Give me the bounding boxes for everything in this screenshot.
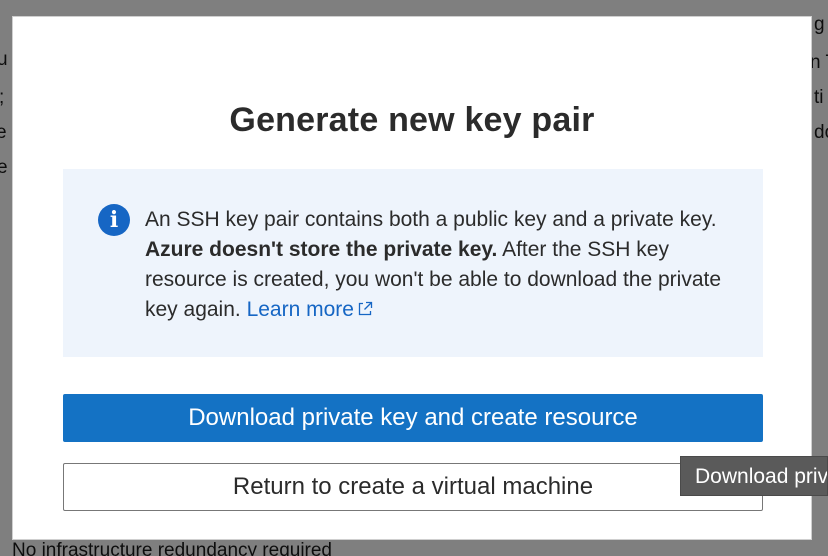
external-link-icon [358,301,373,316]
download-key-create-resource-button[interactable]: Download private key and create resource [63,394,763,442]
return-to-create-vm-button[interactable]: Return to create a virtual machine [63,463,763,511]
info-text-intro: An SSH key pair contains both a public k… [145,208,717,231]
info-message-box: i An SSH key pair contains both a public… [63,169,763,357]
info-message-text: An SSH key pair contains both a public k… [145,205,735,325]
tooltip: Download private key and create resource [680,456,828,496]
info-text-bold: Azure doesn't store the private key. [145,238,498,261]
learn-more-label: Learn more [246,298,354,321]
dialog-title: Generate new key pair [229,101,595,139]
info-circle-icon: i [98,204,130,236]
learn-more-link[interactable]: Learn more [247,298,373,321]
